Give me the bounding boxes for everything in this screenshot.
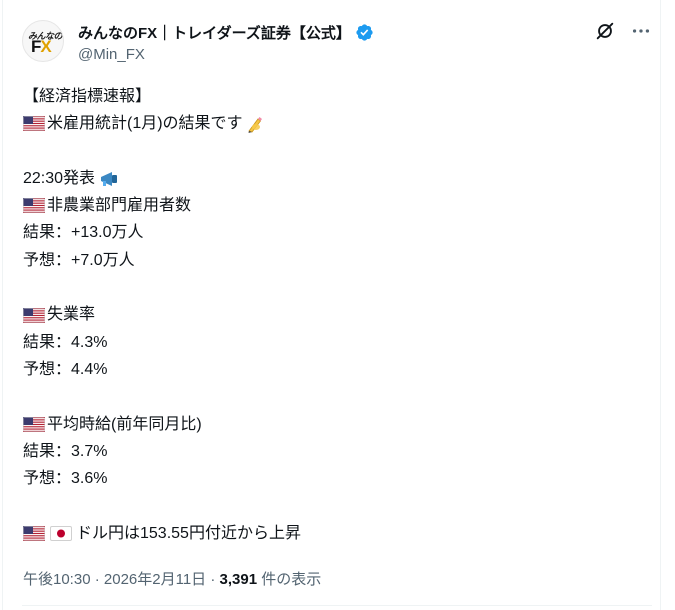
- usdjpy-line: ドル円は153.55円付近から上昇: [23, 520, 643, 547]
- avatar-fx-x: X: [40, 37, 51, 56]
- post-meta: 午後10:30 · 2026年2月11日 · 3,391 件の表示: [23, 568, 321, 589]
- post-heading-line: 【経済指標速報】: [23, 83, 643, 110]
- release-time: 22:30発表: [23, 169, 96, 187]
- post-heading: 【経済指標速報】: [23, 88, 152, 105]
- avatar-text-fx: FX: [31, 37, 52, 57]
- us-flag-icon: [23, 116, 45, 132]
- post-container: みんなの FX みんなのFX｜トレイダーズ証券【公式】 @Min_FX 【経済指…: [2, 0, 661, 610]
- unemployment-result-line: 結果：4.3%: [23, 329, 643, 356]
- release-time-line: 22:30発表: [23, 165, 643, 192]
- nfp-title: 非農業部門雇用者数: [47, 197, 192, 215]
- earnings-title-line: 平均時給(前年同月比): [23, 411, 643, 438]
- avatar-fx-f: F: [31, 37, 41, 56]
- view-count[interactable]: 3,391: [220, 571, 258, 588]
- grok-icon[interactable]: [594, 20, 616, 42]
- nfp-title-line: 非農業部門雇用者数: [23, 192, 643, 219]
- us-flag-icon: [23, 525, 45, 541]
- nfp-forecast-line: 予想：+7.0万人: [23, 247, 643, 274]
- usdjpy-text: ドル円は153.55円付近から上昇: [76, 524, 301, 542]
- writing-hand-icon: [247, 116, 262, 133]
- view-count-label: 件の表示: [257, 571, 322, 588]
- verified-badge-icon[interactable]: [355, 23, 374, 42]
- nfp-result: 結果：+13.0万人: [23, 224, 144, 242]
- earnings-forecast: 予想：3.6%: [23, 470, 108, 488]
- more-options-icon[interactable]: [630, 20, 652, 42]
- header-actions: [594, 20, 652, 42]
- post-subject: 米雇用統計(1月)の結果です: [47, 115, 243, 133]
- meta-separator: ·: [90, 571, 104, 588]
- post-header: みんなの FX みんなのFX｜トレイダーズ証券【公式】 @Min_FX: [22, 18, 652, 70]
- earnings-title: 平均時給(前年同月比): [47, 415, 202, 433]
- us-flag-icon: [23, 307, 45, 323]
- japan-flag-icon: [50, 525, 72, 541]
- post-text: 【経済指標速報】 米雇用統計(1月)の結果です 22:30発表 非農業部門雇用者…: [23, 83, 643, 547]
- unemployment-title: 失業率: [47, 306, 96, 324]
- name-row: みんなのFX｜トレイダーズ証券【公式】: [78, 22, 374, 43]
- post-date[interactable]: 2026年2月11日: [104, 571, 206, 588]
- nfp-result-line: 結果：+13.0万人: [23, 219, 643, 246]
- unemployment-forecast-line: 予想：4.4%: [23, 356, 643, 383]
- unemployment-forecast: 予想：4.4%: [23, 360, 108, 378]
- post-subject-line: 米雇用統計(1月)の結果です: [23, 110, 643, 137]
- post-time[interactable]: 午後10:30: [23, 571, 91, 588]
- nfp-forecast: 予想：+7.0万人: [23, 251, 135, 269]
- meta-separator: ·: [206, 571, 220, 588]
- earnings-result-line: 結果：3.7%: [23, 438, 643, 465]
- display-name[interactable]: みんなのFX｜トレイダーズ証券【公式】: [78, 22, 351, 43]
- unemployment-title-line: 失業率: [23, 301, 643, 328]
- megaphone-icon: [101, 171, 118, 186]
- earnings-result: 結果：3.7%: [23, 442, 108, 460]
- us-flag-icon: [23, 198, 45, 214]
- earnings-forecast-line: 予想：3.6%: [23, 465, 643, 492]
- avatar[interactable]: みんなの FX: [22, 20, 64, 62]
- unemployment-result: 結果：4.3%: [23, 333, 108, 351]
- divider: [22, 605, 652, 606]
- account-handle[interactable]: @Min_FX: [78, 46, 145, 63]
- us-flag-icon: [23, 416, 45, 432]
